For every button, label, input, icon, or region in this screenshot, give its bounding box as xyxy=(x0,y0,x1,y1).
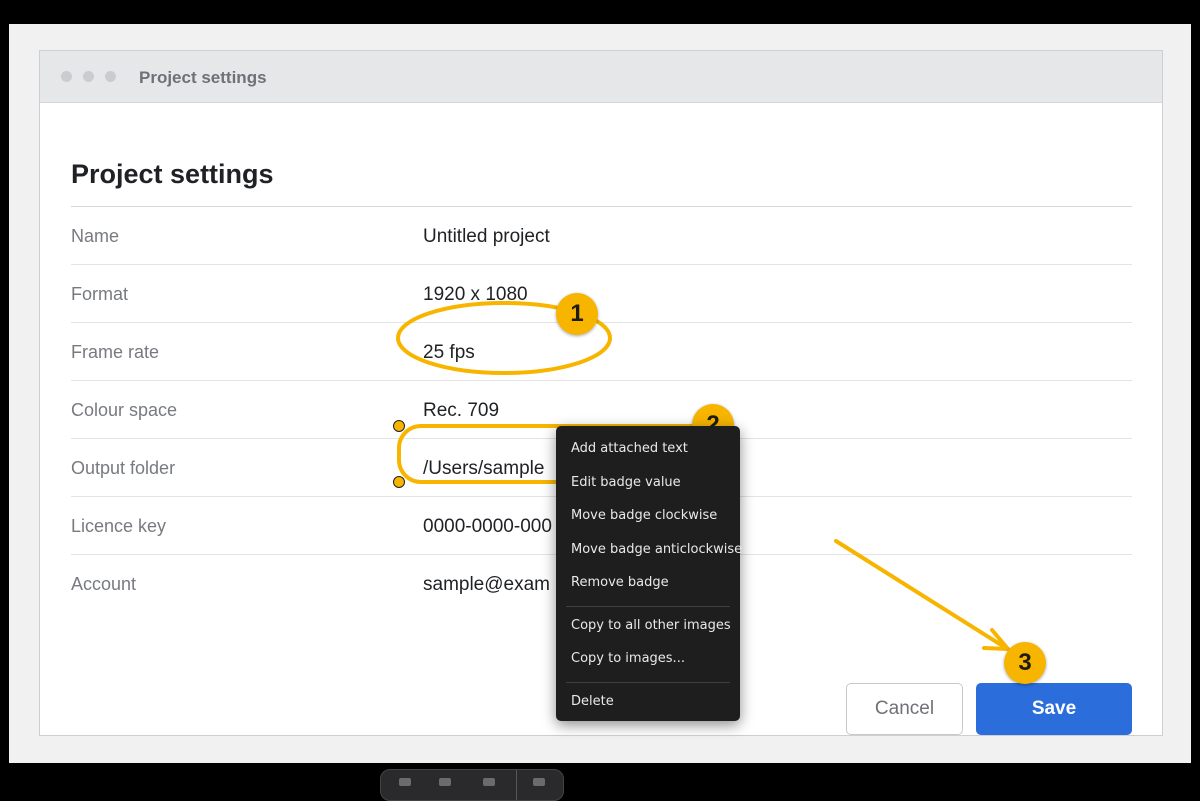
setting-value: Rec. 709 xyxy=(423,400,500,421)
setting-label: Format xyxy=(71,284,129,304)
window-minimize-dot[interactable] xyxy=(83,71,94,82)
window-zoom-dot[interactable] xyxy=(105,71,116,82)
setting-label: Output folder xyxy=(71,458,176,478)
settings-row-format: Format 1920 x 1080 xyxy=(71,266,1132,323)
menu-item-add-attached-text[interactable]: Add attached text xyxy=(556,436,740,470)
setting-label: Name xyxy=(71,226,120,246)
menu-item-delete[interactable]: Delete xyxy=(556,689,740,723)
menu-separator xyxy=(566,605,730,607)
save-button[interactable]: Save xyxy=(976,683,1132,735)
context-menu: Add attached text Edit badge value Move … xyxy=(556,426,742,723)
setting-value: 0000-0000-000 xyxy=(423,516,552,537)
title-divider xyxy=(71,206,1132,207)
cancel-button[interactable]: Cancel xyxy=(846,683,963,735)
setting-value: 1920 x 1080 xyxy=(423,284,528,305)
setting-label: Colour space xyxy=(71,400,178,420)
setting-value: 25 fps xyxy=(423,342,475,363)
toolbar-settings-icon[interactable] xyxy=(533,778,545,786)
setting-label: Account xyxy=(71,574,137,594)
toolbar-divider xyxy=(516,770,517,800)
menu-item-copy-to-images[interactable]: Copy to images... xyxy=(556,646,740,680)
window-close-dot[interactable] xyxy=(61,71,72,82)
settings-row-name: Name Untitled project xyxy=(71,208,1132,265)
menu-item-remove-badge[interactable]: Remove badge xyxy=(556,570,740,604)
setting-label: Licence key xyxy=(71,516,167,536)
setting-value: sample@exam xyxy=(423,574,550,595)
menu-item-move-badge-clockwise[interactable]: Move badge clockwise xyxy=(556,503,740,537)
menu-separator xyxy=(566,681,730,683)
page-title: Project settings xyxy=(71,159,274,189)
setting-value: Untitled project xyxy=(423,226,550,247)
settings-row-frame-rate: Frame rate 25 fps xyxy=(71,324,1132,381)
setting-label: Frame rate xyxy=(71,342,160,362)
setting-value: /Users/sample xyxy=(423,458,545,479)
menu-item-edit-badge-value[interactable]: Edit badge value xyxy=(556,470,740,504)
toolbar-shapes-icon[interactable] xyxy=(439,778,451,786)
menu-item-move-badge-anticlockwise[interactable]: Move badge anticlockwise xyxy=(556,537,742,571)
window-title: Project settings xyxy=(139,68,267,87)
menu-item-copy-to-all-other-images[interactable]: Copy to all other images xyxy=(556,613,740,647)
title-bar: Project settings xyxy=(40,51,1162,103)
toolbar-pen-icon[interactable] xyxy=(399,778,411,786)
toolbar-text-icon[interactable] xyxy=(483,778,495,786)
bottom-toolbar xyxy=(380,769,564,801)
